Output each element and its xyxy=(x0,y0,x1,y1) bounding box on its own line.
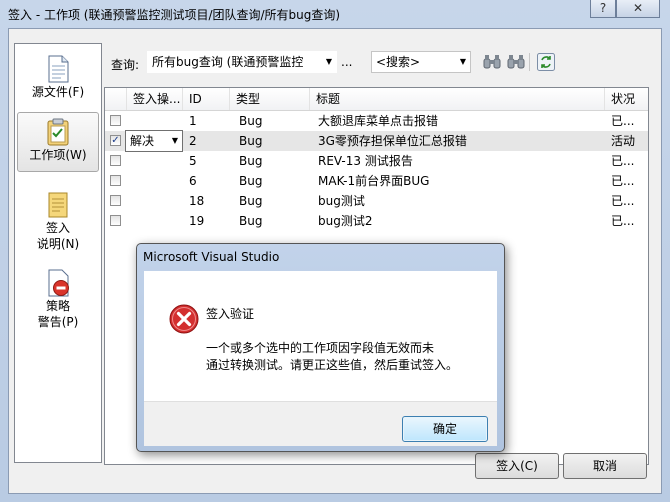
source-files-icon xyxy=(48,55,69,83)
nav-label-work-items: 工作项(W) xyxy=(29,148,87,162)
nav-label-policy-warnings-1: 策略 xyxy=(45,299,70,313)
row-checkbox[interactable] xyxy=(110,155,121,166)
checkin-button[interactable]: 签入(C) xyxy=(475,453,559,479)
row-type: Bug xyxy=(239,114,263,128)
row-checkbox[interactable]: ✓ xyxy=(110,135,121,146)
header-id[interactable]: ID xyxy=(183,88,230,110)
row-checkbox[interactable] xyxy=(110,115,121,126)
nav-label-source-files: 源文件(F) xyxy=(31,85,85,99)
policy-warnings-icon xyxy=(48,269,69,297)
dialog-body: 签入验证 一个或多个选中的工作项因字段值无效而未 通过转换测试。请更正这些值，然… xyxy=(144,271,497,401)
row-status: 已... xyxy=(611,154,635,168)
error-dialog: Microsoft Visual Studio 签入验证 一个或多个选中的工作项… xyxy=(136,243,505,452)
search-value: <搜索> xyxy=(376,55,421,69)
row-id: 1 xyxy=(189,114,197,128)
table-row[interactable]: 5 Bug REV-13 测试报告 已... xyxy=(105,151,648,171)
header-checkin-action[interactable]: 签入操... xyxy=(127,88,183,110)
row-type: Bug xyxy=(239,194,263,208)
row-title: REV-13 测试报告 xyxy=(318,154,413,168)
table-row[interactable]: ✓ 解决 ▼ 2 Bug 3G零预存担保单位汇总报错 活动 xyxy=(105,130,648,152)
row-type: Bug xyxy=(239,154,263,168)
row-title: bug测试 xyxy=(318,194,365,208)
nav-label-policy-warnings-2: 警告(P) xyxy=(37,315,79,329)
dialog-footer: 确定 xyxy=(144,401,497,446)
query-value: 所有bug查询 (联通预警监控 xyxy=(152,55,304,69)
row-checkbox[interactable] xyxy=(110,195,121,206)
row-title: bug测试2 xyxy=(318,214,373,228)
work-items-icon xyxy=(47,118,69,146)
table-row[interactable]: 1 Bug 大额退库菜单点击报错 已... xyxy=(105,111,648,131)
nav-item-work-items[interactable]: 工作项(W) xyxy=(17,112,99,172)
row-type: Bug xyxy=(239,134,263,148)
row-checkbox[interactable] xyxy=(110,215,121,226)
error-icon xyxy=(169,304,199,334)
binoculars-next-icon[interactable] xyxy=(507,54,525,70)
query-more-button[interactable]: ... xyxy=(341,55,352,69)
ok-button[interactable]: 确定 xyxy=(402,416,488,442)
grid-header: 签入操... ID 类型 标题 状况 xyxy=(105,88,648,111)
row-type: Bug xyxy=(239,214,263,228)
row-status: 活动 xyxy=(611,134,636,148)
search-dropdown[interactable]: <搜索> ▼ xyxy=(371,51,471,73)
dialog-heading: 签入验证 xyxy=(206,307,255,321)
header-status[interactable]: 状况 xyxy=(605,88,648,110)
nav-label-checkin-notes-2: 说明(N) xyxy=(36,237,80,251)
table-row[interactable]: 19 Bug bug测试2 已... xyxy=(105,211,648,231)
nav-label-checkin-notes-1: 签入 xyxy=(45,221,70,235)
dialog-title: Microsoft Visual Studio xyxy=(143,250,280,264)
dialog-message-line-2: 通过转换测试。请更正这些值，然后重试签入。 xyxy=(206,358,459,372)
row-status: 已... xyxy=(611,194,635,208)
title-bar: 签入 - 工作项 (联通预警监控测试项目/团队查询/所有bug查询) ? ✕ xyxy=(0,0,670,28)
row-status: 已... xyxy=(611,214,635,228)
refresh-icon[interactable] xyxy=(537,53,555,71)
query-label: 查询: xyxy=(111,58,140,72)
row-id: 19 xyxy=(189,214,205,228)
row-id: 18 xyxy=(189,194,205,208)
nav-item-checkin-notes[interactable]: 签入 说明(N) xyxy=(17,186,99,258)
row-checkbox[interactable] xyxy=(110,175,121,186)
dialog-message-line-1: 一个或多个选中的工作项因字段值无效而未 xyxy=(206,341,435,355)
row-title: 大额退库菜单点击报错 xyxy=(318,114,439,128)
channel-sidebar: 源文件(F) 工作项(W) 签入 说明(N) 策略 警告(P) xyxy=(14,43,102,463)
row-status: 已... xyxy=(611,114,635,128)
query-toolbar: 查询: 所有bug查询 (联通预警监控 ▼ ... <搜索> ▼ xyxy=(109,51,659,75)
nav-item-policy-warnings[interactable]: 策略 警告(P) xyxy=(17,264,99,336)
chevron-down-icon: ▼ xyxy=(171,136,178,145)
row-title: MAK-1前台界面BUG xyxy=(318,174,430,188)
toolbar-separator xyxy=(529,53,530,71)
table-row[interactable]: 18 Bug bug测试 已... xyxy=(105,191,648,211)
header-select[interactable] xyxy=(105,88,127,110)
chevron-down-icon: ▼ xyxy=(459,57,466,66)
row-id: 5 xyxy=(189,154,197,168)
close-button[interactable]: ✕ xyxy=(616,0,660,18)
help-button[interactable]: ? xyxy=(590,0,616,18)
checkin-action-dropdown[interactable]: 解决 ▼ xyxy=(125,130,183,152)
cancel-button[interactable]: 取消 xyxy=(563,453,647,479)
row-type: Bug xyxy=(239,174,263,188)
row-id: 2 xyxy=(189,134,197,148)
checkin-action-value: 解决 xyxy=(130,134,155,148)
query-dropdown[interactable]: 所有bug查询 (联通预警监控 ▼ xyxy=(147,51,337,73)
chevron-down-icon: ▼ xyxy=(325,57,332,66)
header-type[interactable]: 类型 xyxy=(230,88,310,110)
row-status: 已... xyxy=(611,174,635,188)
table-row[interactable]: 6 Bug MAK-1前台界面BUG 已... xyxy=(105,171,648,191)
binoculars-icon[interactable] xyxy=(483,54,501,70)
row-title: 3G零预存担保单位汇总报错 xyxy=(318,134,467,148)
header-title[interactable]: 标题 xyxy=(310,88,605,110)
row-id: 6 xyxy=(189,174,197,188)
nav-item-source-files[interactable]: 源文件(F) xyxy=(17,50,99,108)
window-title: 签入 - 工作项 (联通预警监控测试项目/团队查询/所有bug查询) xyxy=(8,8,341,22)
checkin-notes-icon xyxy=(48,192,68,218)
